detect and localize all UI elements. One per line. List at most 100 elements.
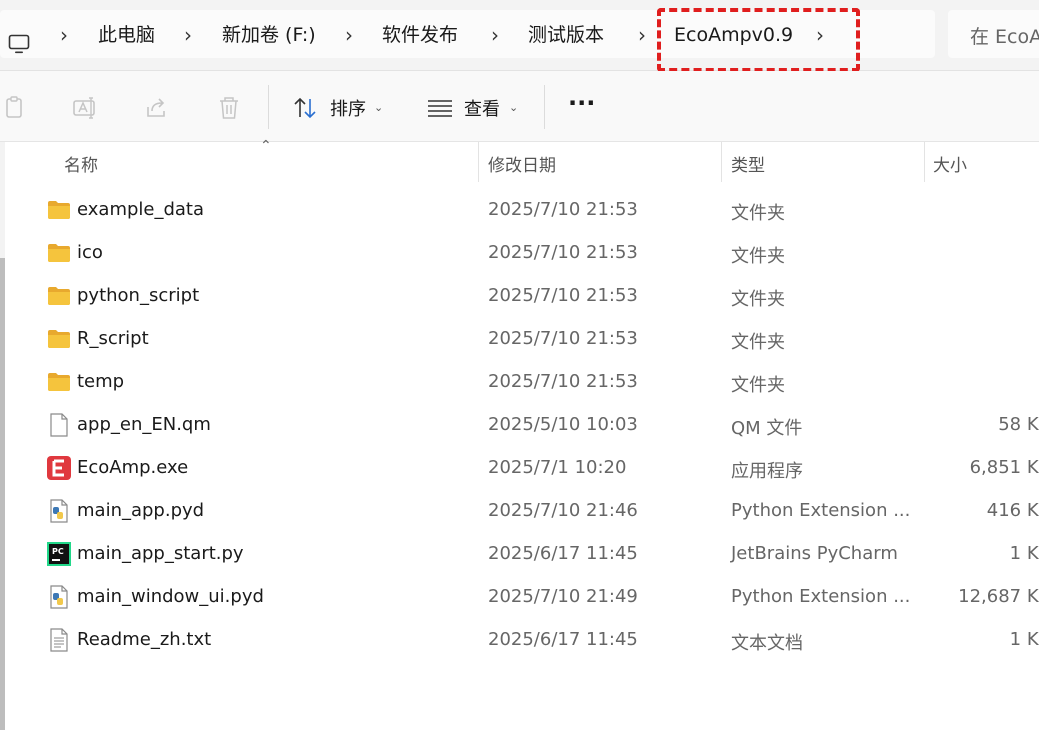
search-placeholder: 在 EcoAmpv0.9 中搜索	[970, 26, 1039, 48]
folder-icon	[46, 283, 72, 309]
file-row[interactable]: temp 2025/7/10 21:53 文件夹	[16, 360, 1039, 403]
more-icon: ···	[568, 89, 596, 117]
file-name: python_script	[77, 285, 200, 306]
more-options-button[interactable]: ···	[566, 89, 600, 125]
sort-label: 排序	[330, 99, 366, 120]
file-modified-date: 2025/7/10 21:53	[488, 242, 638, 263]
file-row[interactable]: Readme_zh.txt 2025/6/17 11:45 文本文档 1 KB	[16, 618, 1039, 661]
folder-icon	[46, 197, 72, 223]
file-row[interactable]: python_script 2025/7/10 21:53 文件夹	[16, 274, 1039, 317]
column-header-type[interactable]: 类型	[731, 151, 765, 176]
blank-file-icon	[46, 412, 72, 438]
delete-icon[interactable]	[216, 95, 242, 121]
sort-arrows-icon	[294, 97, 316, 119]
share-icon[interactable]	[144, 95, 170, 121]
file-name: Readme_zh.txt	[77, 629, 212, 650]
address-bar[interactable]: › 此电脑 › 新加卷 (F:) › 软件发布 › 测试版本 › EcoAmpv…	[0, 10, 935, 58]
file-modified-date: 2025/6/17 11:45	[488, 543, 638, 564]
file-size: 1 KB	[1009, 629, 1039, 650]
toolbar-divider	[544, 85, 545, 129]
file-name: main_app_start.py	[77, 543, 244, 564]
toolbar-divider	[268, 85, 269, 129]
rename-icon[interactable]	[72, 95, 98, 121]
breadcrumb-separator[interactable]: ›	[636, 22, 648, 48]
breadcrumb-separator[interactable]: ›	[343, 22, 355, 48]
file-modified-date: 2025/7/1 10:20	[488, 457, 627, 478]
file-row[interactable]: PC main_app_start.py 2025/6/17 11:45 JetBra…	[16, 532, 1039, 575]
breadcrumb-separator[interactable]: ›	[58, 22, 70, 48]
file-modified-date: 2025/7/10 21:46	[488, 500, 638, 521]
file-row[interactable]: example_data 2025/7/10 21:53 文件夹	[16, 188, 1039, 231]
column-divider[interactable]	[924, 142, 925, 182]
file-type: 文本文档	[731, 633, 803, 654]
file-type: 应用程序	[731, 461, 803, 482]
file-row[interactable]: main_window_ui.pyd 2025/7/10 21:49 Python …	[16, 575, 1039, 618]
breadcrumb-current-folder[interactable]: EcoAmpv0.9	[674, 21, 793, 49]
file-row[interactable]: app_en_EN.qm 2025/5/10 10:03 QM 文件 58 KB	[16, 403, 1039, 446]
breadcrumb-software-release[interactable]: 软件发布	[382, 21, 458, 49]
address-bar-area: › 此电脑 › 新加卷 (F:) › 软件发布 › 测试版本 › EcoAmpv…	[0, 0, 1039, 72]
file-type: 文件夹	[731, 246, 785, 267]
file-type: JetBrains PyCharm	[731, 543, 898, 564]
breadcrumb-this-pc[interactable]: 此电脑	[98, 21, 155, 49]
chevron-down-icon: ⌄	[509, 101, 519, 114]
column-divider[interactable]	[478, 142, 479, 182]
file-name: example_data	[77, 199, 205, 220]
file-modified-date: 2025/7/10 21:53	[488, 199, 638, 220]
search-box[interactable]: 在 EcoAmpv0.9 中搜索	[948, 10, 1039, 58]
file-modified-date: 2025/7/10 21:53	[488, 285, 638, 306]
chevron-down-icon: ⌄	[374, 101, 384, 114]
column-header-size[interactable]: 大小	[933, 151, 967, 176]
file-name: main_app.pyd	[77, 500, 205, 521]
file-modified-date: 2025/7/10 21:53	[488, 328, 638, 349]
file-type: 文件夹	[731, 289, 785, 310]
file-type: 文件夹	[731, 332, 785, 353]
paste-icon[interactable]	[2, 95, 28, 121]
view-list-icon	[428, 100, 452, 117]
file-row[interactable]: R_script 2025/7/10 21:53 文件夹	[16, 317, 1039, 360]
file-name: temp	[77, 371, 125, 392]
file-row[interactable]: EcoAmp.exe 2025/7/1 10:20 应用程序 6,851 KB	[16, 446, 1039, 489]
python-file-icon	[46, 584, 72, 610]
column-header-row: ⌃ 名称 修改日期 类型 大小	[16, 138, 1039, 182]
file-row[interactable]: ico 2025/7/10 21:53 文件夹	[16, 231, 1039, 274]
scrollbar-thumb[interactable]	[0, 258, 5, 730]
file-modified-date: 2025/5/10 10:03	[488, 414, 638, 435]
folder-icon	[46, 369, 72, 395]
file-modified-date: 2025/7/10 21:49	[488, 586, 638, 607]
file-type: 文件夹	[731, 375, 785, 396]
file-name: app_en_EN.qm	[77, 414, 211, 435]
view-label: 查看	[464, 99, 500, 120]
breadcrumb-separator[interactable]: ›	[182, 22, 194, 48]
breadcrumb-drive-f[interactable]: 新加卷 (F:)	[222, 21, 316, 49]
file-name: ico	[77, 242, 103, 263]
pycharm-file-icon: PC	[46, 541, 72, 567]
sort-button[interactable]: 排序 ⌄	[292, 89, 388, 125]
breadcrumb-test-version[interactable]: 测试版本	[528, 21, 604, 49]
breadcrumb-separator[interactable]: ›	[814, 22, 826, 48]
file-size: 6,851 KB	[969, 457, 1039, 478]
column-header-name[interactable]: 名称	[64, 151, 98, 176]
sort-ascending-icon: ⌃	[260, 138, 272, 154]
file-type: 文件夹	[731, 203, 785, 224]
folder-icon	[46, 326, 72, 352]
breadcrumb-separator[interactable]: ›	[489, 22, 501, 48]
file-name: main_window_ui.pyd	[77, 586, 264, 607]
file-modified-date: 2025/7/10 21:53	[488, 371, 638, 392]
file-row[interactable]: main_app.pyd 2025/7/10 21:46 Python Extens…	[16, 489, 1039, 532]
column-header-modified[interactable]: 修改日期	[488, 151, 556, 176]
file-size: 1 KB	[1009, 543, 1039, 564]
file-size: 416 KB	[986, 500, 1039, 521]
python-file-icon	[46, 498, 72, 524]
computer-icon[interactable]	[8, 33, 30, 55]
file-type: QM 文件	[731, 418, 803, 439]
file-name: EcoAmp.exe	[77, 457, 189, 478]
file-size: 58 KB	[998, 414, 1039, 435]
file-size: 12,687 KB	[958, 586, 1039, 607]
view-button[interactable]: 查看 ⌄	[426, 89, 524, 125]
text-file-icon	[46, 627, 72, 653]
file-type: Python Extension ...	[731, 500, 911, 521]
file-type: Python Extension ...	[731, 586, 911, 607]
ecoamp-app-icon	[46, 455, 72, 481]
column-divider[interactable]	[721, 142, 722, 182]
